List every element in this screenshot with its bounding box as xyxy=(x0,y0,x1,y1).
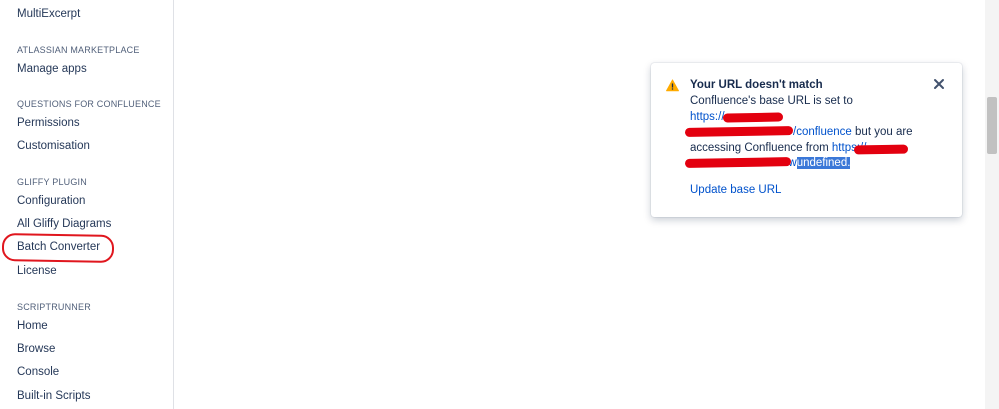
sidebar-item-customisation[interactable]: Customisation xyxy=(17,140,90,152)
redaction-mark xyxy=(853,144,909,155)
warning-icon xyxy=(666,79,679,92)
sidebar-item-multiexcerpt[interactable]: MultiExcerpt xyxy=(17,8,80,20)
admin-sidebar: MultiExcerpt ATLASSIAN MARKETPLACE Manag… xyxy=(0,0,174,409)
flag-body-text: accessing Confluence from xyxy=(690,142,832,154)
sidebar-item-license[interactable]: License xyxy=(17,265,57,277)
section-heading-gliffy-plugin: GLIFFY PLUGIN xyxy=(17,177,87,187)
section-heading-atlassian-marketplace: ATLASSIAN MARKETPLACE xyxy=(17,45,140,55)
redaction-mark xyxy=(722,112,784,123)
section-heading-scriptrunner: SCRIPTRUNNER xyxy=(17,302,91,312)
sidebar-item-all-gliffy-diagrams[interactable]: All Gliffy Diagrams xyxy=(17,218,111,230)
sidebar-item-console[interactable]: Console xyxy=(17,366,59,378)
update-base-url-link[interactable]: Update base URL xyxy=(690,184,781,196)
base-url-link[interactable]: https:// xyxy=(690,111,725,123)
sidebar-item-permissions[interactable]: Permissions xyxy=(17,117,80,129)
section-heading-questions-for-confluence: QUESTIONS FOR CONFLUENCE xyxy=(17,99,161,109)
flag-body-line-4: accessing Confluence from https:// xyxy=(690,142,866,154)
sidebar-item-browse[interactable]: Browse xyxy=(17,343,55,355)
scrollbar-thumb[interactable] xyxy=(987,97,997,154)
sidebar-item-batch-converter[interactable]: Batch Converter xyxy=(17,241,100,253)
close-icon[interactable] xyxy=(932,77,946,91)
flag-body-text: but you are xyxy=(851,126,913,138)
sidebar-item-home[interactable]: Home xyxy=(17,320,48,332)
sidebar-item-configuration[interactable]: Configuration xyxy=(17,195,85,207)
sidebar-item-built-in-scripts[interactable]: Built-in Scripts xyxy=(17,390,91,402)
page-scrollbar[interactable] xyxy=(985,0,999,409)
flag-body-line-1: Confluence's base URL is set to xyxy=(690,95,853,107)
flag-body-line-2: https:// xyxy=(690,111,725,123)
url-mismatch-flag: Your URL doesn't match Confluence's base… xyxy=(651,63,962,217)
redaction-mark xyxy=(684,126,794,137)
redaction-mark xyxy=(684,157,792,168)
selected-text: undefined. xyxy=(796,157,851,169)
base-url-path-link[interactable]: /confluence xyxy=(793,126,852,138)
sidebar-item-manage-apps[interactable]: Manage apps xyxy=(17,63,87,75)
flag-title: Your URL doesn't match xyxy=(690,79,823,91)
